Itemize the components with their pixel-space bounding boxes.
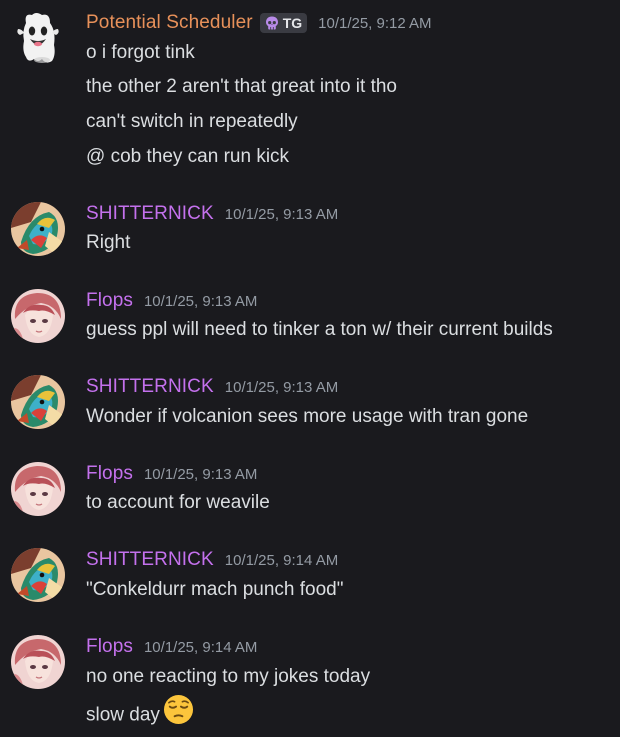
message-header: Flops 10/1/25, 9:14 AM: [86, 635, 257, 659]
message-header: Flops 10/1/25, 9:13 AM: [86, 462, 257, 486]
message-text: slow day: [86, 704, 160, 726]
message-text: guess ppl will need to tinker a ton w/ t…: [86, 319, 553, 340]
message-text: the other 2 aren't that great into it th…: [86, 76, 397, 97]
message-header: SHITTERNICK 10/1/25, 9:14 AM: [86, 548, 338, 572]
message-timestamp[interactable]: 10/1/25, 9:12 AM: [318, 15, 431, 32]
server-tag-badge[interactable]: TG: [259, 13, 308, 33]
message-text: to account for weavile: [86, 492, 270, 513]
message-text: @ cob they can run kick: [86, 146, 290, 167]
author-name[interactable]: SHITTERNICK: [86, 203, 214, 225]
chat-messages: Potential Scheduler TG 10/1/25, 9:12 AM …: [0, 0, 620, 737]
message-timestamp[interactable]: 10/1/25, 9:14 AM: [225, 552, 338, 569]
anime-portrait-avatar-icon[interactable]: [11, 635, 65, 689]
message-timestamp[interactable]: 10/1/25, 9:13 AM: [225, 379, 338, 396]
ghost-icon[interactable]: [12, 11, 64, 65]
pokemon-avatar-icon[interactable]: [11, 202, 65, 256]
author-name[interactable]: Flops: [86, 636, 133, 658]
pokemon-avatar-icon[interactable]: [11, 375, 65, 429]
message-text: can't switch in repeatedly: [86, 111, 298, 132]
author-name[interactable]: Flops: [86, 463, 133, 485]
server-tag-label: TG: [282, 15, 303, 31]
message-text: o i forgot tink: [86, 42, 195, 63]
message-header: SHITTERNICK 10/1/25, 9:13 AM: [86, 375, 338, 399]
skull-icon: [265, 16, 278, 30]
message-header: Potential Scheduler TG 10/1/25, 9:12 AM: [86, 11, 432, 35]
anime-portrait-avatar-icon[interactable]: [11, 289, 65, 343]
author-name[interactable]: SHITTERNICK: [86, 549, 214, 571]
message-header: Flops 10/1/25, 9:13 AM: [86, 289, 257, 313]
message-timestamp[interactable]: 10/1/25, 9:14 AM: [144, 639, 257, 656]
message-text-with-emoji: slow day: [86, 694, 194, 733]
message-text: no one reacting to my jokes today: [86, 666, 371, 687]
pokemon-avatar-icon[interactable]: [11, 548, 65, 602]
author-name[interactable]: SHITTERNICK: [86, 376, 214, 398]
message-text: "Conkeldurr mach punch food": [86, 579, 344, 600]
message-timestamp[interactable]: 10/1/25, 9:13 AM: [144, 293, 257, 310]
message-timestamp[interactable]: 10/1/25, 9:13 AM: [144, 466, 257, 483]
message-text: Right: [86, 232, 131, 253]
message-timestamp[interactable]: 10/1/25, 9:13 AM: [225, 206, 338, 223]
message-header: SHITTERNICK 10/1/25, 9:13 AM: [86, 202, 338, 226]
pensive-face-emoji-icon[interactable]: [163, 694, 194, 733]
message-text: Wonder if volcanion sees more usage with…: [86, 406, 529, 427]
author-name[interactable]: Flops: [86, 290, 133, 312]
anime-portrait-avatar-icon[interactable]: [11, 462, 65, 516]
author-name[interactable]: Potential Scheduler: [86, 12, 253, 34]
